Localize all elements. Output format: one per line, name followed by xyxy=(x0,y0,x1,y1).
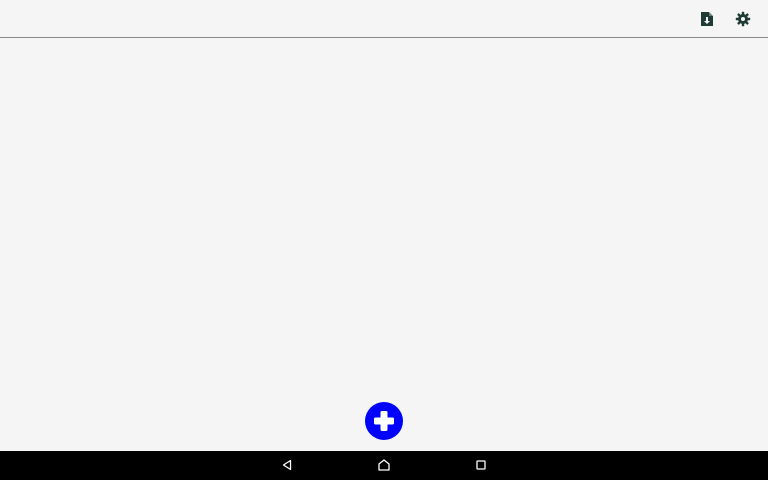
recents-button[interactable] xyxy=(473,457,489,473)
top-toolbar xyxy=(0,0,768,38)
add-plus-icon xyxy=(374,411,394,431)
home-icon xyxy=(378,459,390,471)
settings-gear-icon xyxy=(735,11,751,27)
export-button[interactable] xyxy=(695,7,719,31)
back-triangle-icon xyxy=(282,459,292,471)
export-file-icon xyxy=(701,12,713,26)
back-button[interactable] xyxy=(279,457,295,473)
add-button[interactable] xyxy=(365,402,403,440)
home-button[interactable] xyxy=(376,457,392,473)
empty-content-area xyxy=(0,38,768,451)
app-screen xyxy=(0,0,768,480)
recents-square-icon xyxy=(476,460,486,470)
system-navigation-bar xyxy=(0,451,768,480)
settings-button[interactable] xyxy=(731,7,755,31)
